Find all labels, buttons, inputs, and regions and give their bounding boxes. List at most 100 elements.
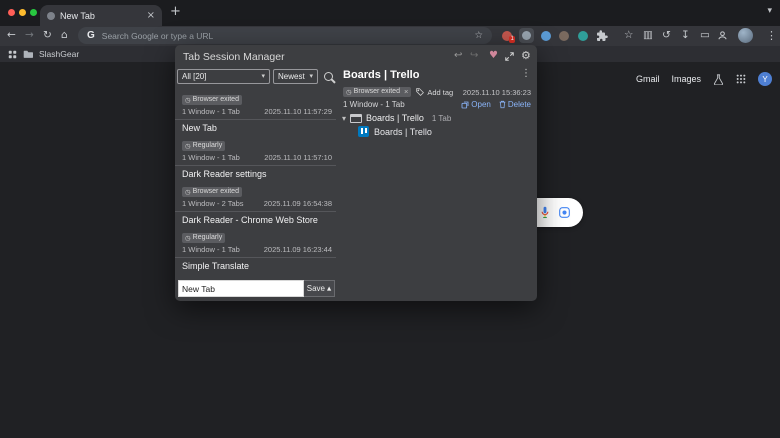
omnibox[interactable]: G Search Google or type a URL ☆ <box>78 27 492 44</box>
voice-search-mic-icon[interactable] <box>540 206 550 219</box>
session-item[interactable]: Dark Reader settings ◷ Browser exited 1 W… <box>175 166 336 212</box>
clock-icon: ◷ <box>185 234 191 242</box>
clock-icon: ◷ <box>185 188 191 196</box>
search-labs-icon[interactable] <box>713 73 724 85</box>
avatar[interactable] <box>738 28 753 43</box>
detail-tab-row[interactable]: Boards | Trello <box>358 126 432 137</box>
window-tab-count: 1 Tab <box>431 113 452 123</box>
extension-icon-3[interactable] <box>559 31 569 41</box>
redo-icon[interactable]: ↪ <box>470 51 478 61</box>
tab-strip: New Tab × + ▾ <box>0 0 780 26</box>
home-icon[interactable]: ⌂ <box>61 30 68 41</box>
window-controls <box>8 9 37 16</box>
extension-icon-2[interactable] <box>541 31 551 41</box>
session-item[interactable]: New Tab ◷ Regularly 1 Window - 1 Tab 2025.… <box>175 120 336 166</box>
tab-title: New Tab <box>60 10 95 21</box>
detail-tag-row: ◷ Browser exited × Add tag 2025.11.10 15… <box>343 87 531 97</box>
delete-label: Delete <box>507 100 531 109</box>
open-button[interactable]: Open <box>461 100 491 109</box>
tab-search-icon[interactable]: ▾ <box>767 7 772 16</box>
forward-icon[interactable]: → <box>25 30 34 41</box>
chevron-down-icon[interactable]: ▾ <box>342 114 346 123</box>
minimize-window-button[interactable] <box>19 9 26 16</box>
bookmark-star-icon[interactable]: ☆ <box>474 31 483 41</box>
caret-up-icon: ▲ <box>327 285 332 292</box>
images-link[interactable]: Images <box>671 74 701 84</box>
session-name-input[interactable] <box>178 280 304 297</box>
detail-menu-kebab-icon[interactable]: ⋮ <box>521 69 531 79</box>
apps-grid-icon[interactable] <box>8 50 17 59</box>
bookmark-folder-label[interactable]: SlashGear <box>39 49 79 59</box>
close-window-button[interactable] <box>8 9 15 16</box>
folder-icon <box>23 50 33 58</box>
session-meta: 1 Window - 2 Tabs <box>182 199 244 208</box>
maximize-window-button[interactable] <box>30 9 37 16</box>
undo-icon[interactable]: ↩ <box>454 51 462 61</box>
browser-tab[interactable]: New Tab × <box>40 5 162 26</box>
browser-toolbar: ← → ↻ ⌂ G Search Google or type a URL ☆ … <box>0 26 780 46</box>
browser-window: New Tab × + ▾ ← → ↻ ⌂ G Search Google or… <box>0 0 780 438</box>
session-badge: Browser exited <box>192 96 239 103</box>
detail-window-row[interactable]: ▾ Boards | Trello 1 Tab <box>342 113 451 123</box>
gmail-link[interactable]: Gmail <box>636 74 660 84</box>
session-title: Dark Reader - Chrome Web Store <box>182 215 318 225</box>
reload-icon[interactable]: ↻ <box>43 30 52 41</box>
trello-favicon <box>358 126 369 137</box>
back-icon[interactable]: ← <box>7 30 16 41</box>
downloads-icon[interactable]: ↧ <box>681 30 690 41</box>
save-button[interactable]: Save ▲ <box>304 280 335 297</box>
window-title: Boards | Trello <box>366 113 424 123</box>
omnibox-text: Search Google or type a URL <box>101 30 214 41</box>
expand-icon[interactable] <box>505 52 514 61</box>
side-panel-icon[interactable]: ▥ <box>643 30 653 41</box>
detail-meta: 1 Window - 1 Tab <box>343 100 405 109</box>
search-icon[interactable] <box>324 72 333 81</box>
session-meta: 1 Window - 1 Tab <box>182 107 240 116</box>
session-item[interactable]: ◷ Browser exited 1 Window - 1 Tab 2025.11.… <box>175 87 336 120</box>
detail-title: Boards | Trello <box>343 69 420 81</box>
clock-icon: ◷ <box>185 96 191 104</box>
session-list: ◷ Browser exited 1 Window - 1 Tab 2025.11.… <box>175 87 336 278</box>
tab-session-manager-extension-icon[interactable] <box>519 28 534 43</box>
window-icon <box>350 113 363 123</box>
popup-title: Tab Session Manager <box>183 51 285 63</box>
cast-icon[interactable]: ▭ <box>700 30 710 41</box>
session-date: 2025.11.09 16:23:44 <box>263 245 332 254</box>
open-icon <box>461 101 469 109</box>
clock-icon: ◷ <box>185 142 191 150</box>
newtab-header: Gmail Images Y <box>636 72 772 86</box>
google-apps-grid-icon[interactable] <box>736 74 746 84</box>
save-row: Save ▲ <box>178 280 335 297</box>
add-tag-button[interactable]: Add tag <box>416 88 453 97</box>
heart-icon[interactable]: ♥ <box>489 51 498 61</box>
google-lens-icon[interactable] <box>559 207 570 218</box>
extension-icon-4[interactable] <box>578 31 588 41</box>
session-item[interactable]: Simple Translate ◷Regularly 1 Window - 5… <box>175 258 336 278</box>
remove-tag-icon[interactable]: × <box>404 88 408 96</box>
bookmarks-icon[interactable]: ☆ <box>624 30 633 41</box>
tag-icon <box>416 88 425 96</box>
history-icon[interactable]: ↺ <box>662 30 671 41</box>
extensions-puzzle-icon[interactable] <box>596 30 608 42</box>
session-badge: Regularly <box>192 142 223 149</box>
session-badge: Browser exited <box>192 188 239 195</box>
gear-icon[interactable]: ⚙ <box>521 50 531 61</box>
profile-icon[interactable] <box>717 30 728 41</box>
trash-icon <box>499 100 506 109</box>
menu-kebab-icon[interactable]: ⋮ <box>766 30 777 41</box>
new-tab-button[interactable]: + <box>170 5 181 18</box>
tab-close-icon[interactable]: × <box>147 10 155 21</box>
session-meta: 1 Window - 1 Tab <box>182 245 240 254</box>
account-avatar[interactable]: Y <box>758 72 772 86</box>
chevron-down-icon: ▾ <box>309 72 313 80</box>
filter-select[interactable]: All [20] ▾ <box>177 69 270 84</box>
session-badge: Regularly <box>192 234 223 241</box>
session-item[interactable]: Dark Reader - Chrome Web Store ◷ Regularl… <box>175 212 336 258</box>
detail-date: 2025.11.10 15:36:23 <box>462 87 531 97</box>
detail-tab-title: Boards | Trello <box>374 126 432 137</box>
chevron-down-icon: ▾ <box>261 72 265 80</box>
sort-select[interactable]: Newest ▾ <box>273 69 318 84</box>
detail-tag: Browser exited <box>353 88 400 95</box>
extension-badge: 1 <box>509 36 516 43</box>
delete-button[interactable]: Delete <box>499 100 531 109</box>
